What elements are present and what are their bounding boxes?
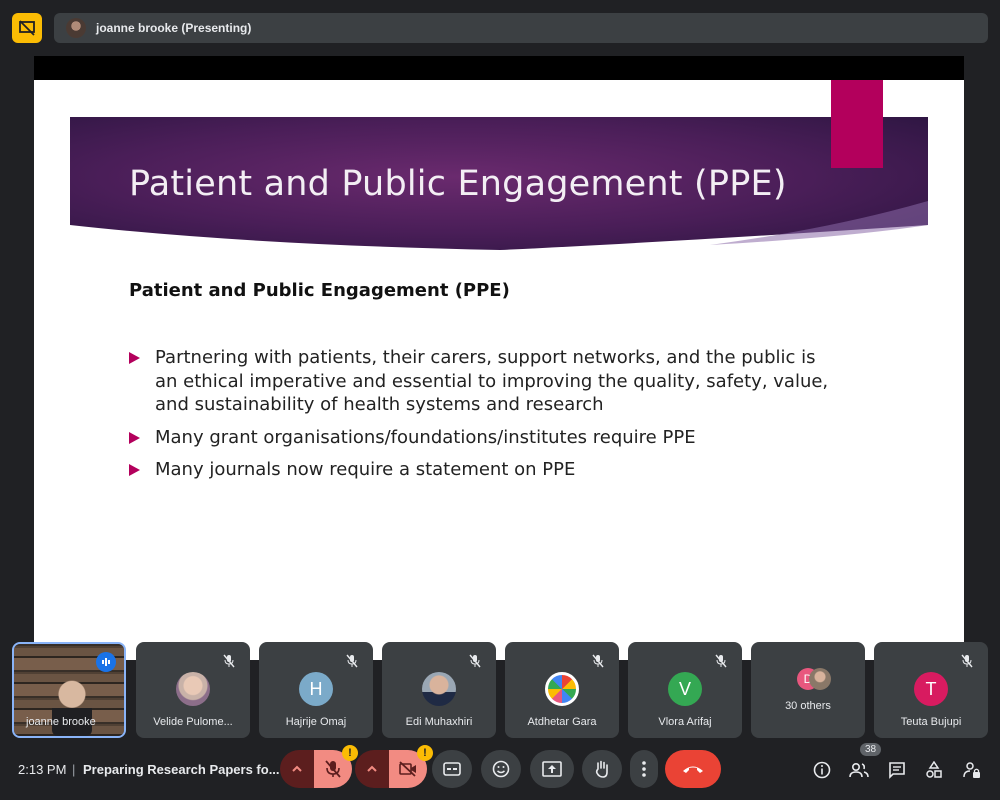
lock-person-icon — [963, 762, 980, 778]
participant-name: Atdhetar Gara — [527, 716, 597, 728]
shared-screen: Patient and Public Engagement (PPE) Pati… — [34, 56, 964, 660]
more-options-button[interactable] — [630, 750, 658, 788]
warning-badge: ! — [417, 745, 433, 761]
host-controls-button[interactable] — [960, 758, 984, 782]
participant-name: 30 others — [785, 700, 831, 712]
accent-block — [831, 80, 883, 168]
slide-title: Patient and Public Engagement (PPE) — [129, 164, 787, 204]
participant-name: Vlora Arifaj — [658, 716, 712, 728]
participant-name: Edi Muhaxhiri — [405, 716, 473, 728]
camera-off-icon — [399, 761, 416, 777]
participant-name: Teuta Bujupi — [900, 716, 962, 728]
people-button[interactable] — [847, 758, 871, 782]
camera-options-button[interactable] — [355, 750, 389, 788]
participant-tile-others[interactable]: D 30 others — [751, 642, 865, 738]
participant-tile[interactable]: Atdhetar Gara — [505, 642, 619, 738]
captions-icon — [443, 762, 461, 776]
leave-call-button[interactable] — [665, 750, 721, 788]
presenter-bar: joanne brooke (Presenting) — [54, 13, 988, 43]
present-screen-button[interactable] — [530, 750, 574, 788]
chevron-up-icon — [292, 765, 302, 772]
avatar: V — [668, 672, 702, 706]
bullet-arrow-icon — [129, 431, 140, 444]
participant-strip: joanne brooke Velide Pulome... H Hajrije… — [12, 642, 990, 738]
avatar — [422, 672, 456, 706]
mic-off-icon — [346, 654, 358, 668]
clock: 2:13 PM — [18, 762, 67, 777]
list-item: Many grant organisations/foundations/ins… — [129, 426, 829, 450]
warning-badge: ! — [342, 745, 358, 761]
avatar — [545, 672, 579, 706]
participant-tile[interactable]: Velide Pulome... — [136, 642, 250, 738]
hand-icon — [595, 760, 608, 778]
mic-off-icon — [223, 654, 235, 668]
activities-button[interactable] — [922, 758, 946, 782]
mic-options-button[interactable] — [280, 750, 314, 788]
info-icon — [813, 761, 831, 779]
camera-toggle-button[interactable]: ! — [389, 745, 433, 788]
participant-tile[interactable]: H Hajrije Omaj — [259, 642, 373, 738]
mic-off-icon — [325, 760, 341, 778]
list-item: Partnering with patients, their carers, … — [129, 346, 829, 417]
participant-name: joanne brooke — [26, 716, 96, 728]
emoji-icon — [492, 760, 510, 778]
speaking-icon — [96, 652, 116, 672]
bullet-arrow-icon — [129, 352, 140, 364]
presentation-slide: Patient and Public Engagement (PPE) Pati… — [34, 80, 964, 660]
presentation-icon[interactable] — [12, 13, 42, 43]
avatar — [809, 668, 831, 690]
list-item: Many journals now require a statement on… — [129, 458, 829, 482]
participant-tile[interactable]: V Vlora Arifaj — [628, 642, 742, 738]
avatar: H — [299, 672, 333, 706]
more-vert-icon — [642, 761, 646, 777]
mic-off-icon — [715, 654, 727, 668]
present-screen-icon — [542, 761, 562, 777]
slide-subheading: Patient and Public Engagement (PPE) — [129, 280, 510, 301]
avatar: T — [914, 672, 948, 706]
participant-name: Hajrije Omaj — [285, 716, 347, 728]
hang-up-icon — [683, 766, 703, 773]
mic-toggle-button[interactable]: ! — [314, 745, 358, 788]
participant-tile[interactable]: Edi Muhaxhiri — [382, 642, 496, 738]
reactions-button[interactable] — [481, 750, 521, 788]
captions-button[interactable] — [432, 750, 472, 788]
presenter-label: joanne brooke (Presenting) — [96, 21, 252, 35]
bullet-list: Partnering with patients, their carers, … — [129, 346, 829, 491]
activities-icon — [926, 761, 942, 778]
mic-off-icon — [592, 654, 604, 668]
bullet-arrow-icon — [129, 464, 140, 476]
avatar — [66, 18, 86, 38]
mic-off-icon — [961, 654, 973, 668]
chevron-up-icon — [367, 765, 377, 772]
chat-icon — [889, 762, 905, 779]
avatar — [176, 672, 210, 706]
participant-tile[interactable]: T Teuta Bujupi — [874, 642, 988, 738]
chat-button[interactable] — [885, 758, 909, 782]
participant-name: Velide Pulome... — [153, 716, 233, 728]
people-icon — [849, 762, 869, 778]
participant-tile-self[interactable]: joanne brooke — [12, 642, 126, 738]
raise-hand-button[interactable] — [582, 750, 622, 788]
mic-off-icon — [469, 654, 481, 668]
divider: | — [72, 762, 76, 777]
meeting-details-button[interactable] — [810, 758, 834, 782]
meeting-title: Preparing Research Papers fo... — [83, 762, 280, 777]
participant-count-badge: 38 — [860, 743, 882, 756]
